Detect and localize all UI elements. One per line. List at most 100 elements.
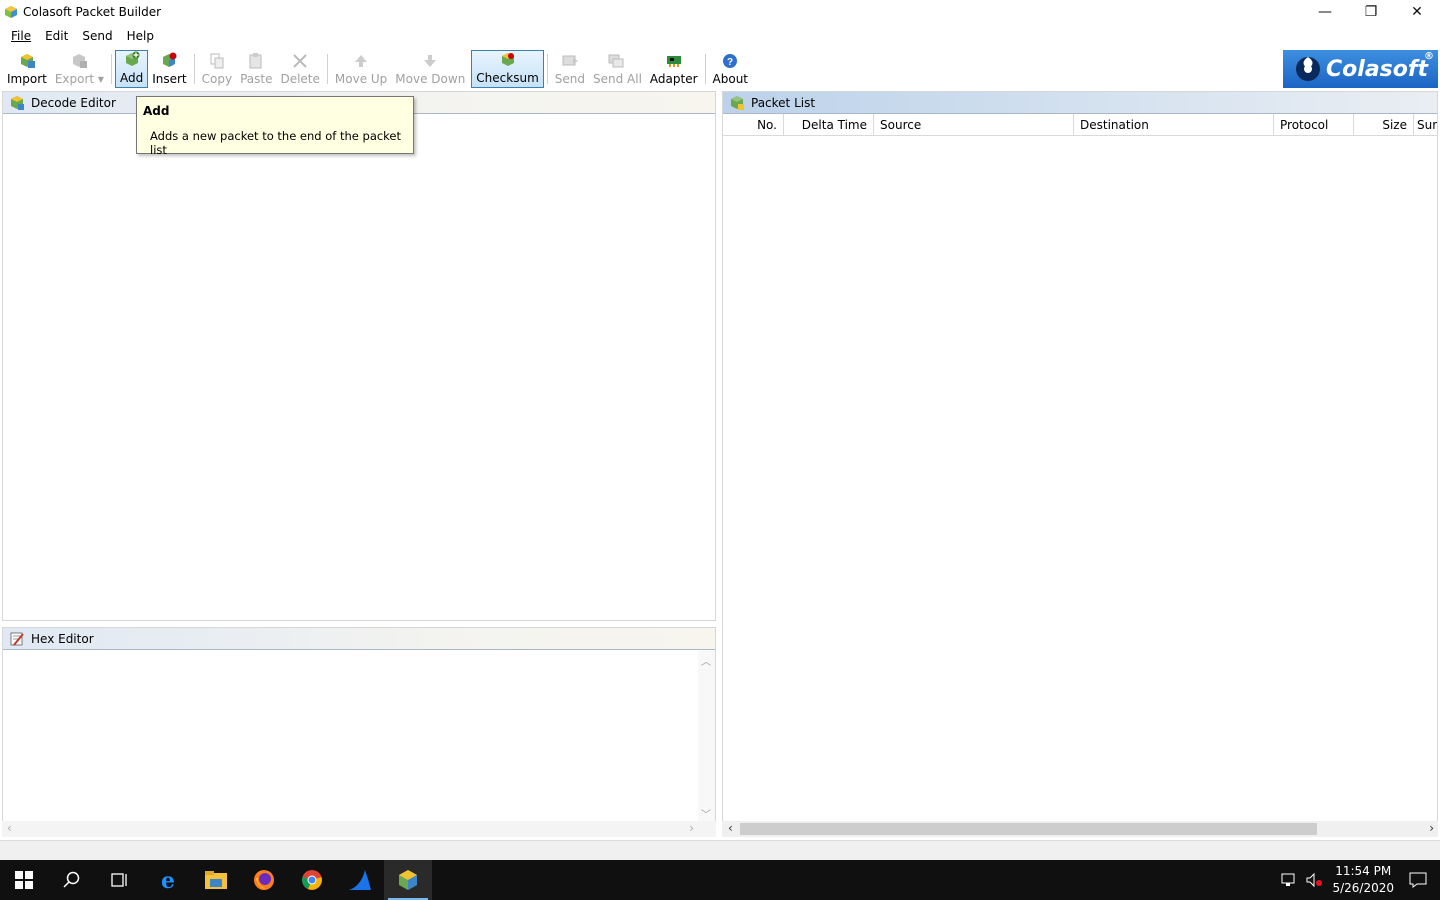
menu-send[interactable]: Send	[75, 29, 119, 43]
menu-edit[interactable]: Edit	[38, 29, 75, 43]
hex-editor-title: Hex Editor	[31, 631, 94, 646]
search-button[interactable]	[48, 860, 96, 900]
tooltip-description: Adds a new packet to the end of the pack…	[150, 129, 402, 157]
minimize-button[interactable]: —	[1302, 0, 1348, 24]
taskbar-clock[interactable]: 11:54 PM 5/26/2020	[1332, 863, 1394, 897]
task-view-button[interactable]	[96, 860, 144, 900]
delete-icon	[293, 54, 307, 68]
taskbar-colasoft-packet-builder[interactable]	[384, 860, 432, 900]
column-header-size[interactable]: Size	[1354, 114, 1414, 135]
arrow-up-icon	[355, 55, 368, 67]
restore-button[interactable]: ❐	[1348, 0, 1394, 24]
notifications-icon[interactable]	[1406, 872, 1430, 888]
checksum-button[interactable]: Checksum	[471, 50, 544, 88]
scrollbar-thumb[interactable]	[740, 823, 1317, 835]
send-all-button[interactable]: Send All	[589, 50, 646, 88]
scroll-left-icon[interactable]: ‹	[7, 821, 12, 835]
move-up-button[interactable]: Move Up	[331, 50, 391, 88]
title-bar: Colasoft Packet Builder — ❐ ✕	[0, 0, 1440, 24]
column-header-summary[interactable]: Sur	[1414, 114, 1437, 135]
taskbar-file-explorer[interactable]	[192, 860, 240, 900]
copy-icon	[210, 53, 224, 69]
decode-horizontal-scrollbar[interactable]: ‹ ›	[2, 821, 716, 837]
packet-list-icon	[731, 95, 744, 110]
export-icon	[73, 54, 88, 68]
add-button[interactable]: Add	[114, 50, 149, 88]
app-cube-icon	[5, 6, 17, 18]
move-up-label: Move Up	[334, 72, 388, 86]
close-button[interactable]: ✕	[1394, 0, 1440, 24]
about-button[interactable]: ? About	[709, 50, 752, 88]
insert-label: Insert	[152, 72, 187, 86]
hex-editor-panel: Hex Editor ︿ ﹀	[2, 627, 716, 823]
clock-time: 11:54 PM	[1335, 864, 1392, 878]
tooltip-title: Add	[143, 104, 170, 118]
toolbar-separator	[546, 54, 548, 84]
taskbar-wireshark[interactable]	[336, 860, 384, 900]
column-header-source[interactable]: Source	[874, 114, 1074, 135]
taskbar: e 11:54 PM 5/26/2020	[0, 860, 1440, 900]
toolbar-separator	[110, 54, 112, 84]
hex-editor-icon	[10, 632, 24, 646]
menu-file[interactable]: File	[4, 29, 38, 43]
add-packet-icon	[125, 51, 140, 66]
add-tooltip: Add Adds a new packet to the end of the …	[136, 96, 414, 157]
checksum-icon	[501, 53, 514, 66]
insert-button[interactable]: Insert	[148, 50, 190, 88]
firefox-icon	[254, 870, 274, 890]
send-all-icon	[608, 54, 624, 68]
column-header-no[interactable]: No.	[723, 114, 784, 135]
taskbar-internet-explorer[interactable]: e	[144, 860, 192, 900]
colasoft-logo-text: Colasoft	[1326, 56, 1428, 82]
volume-muted-icon[interactable]	[1302, 872, 1326, 888]
scroll-up-icon[interactable]: ︿	[701, 653, 711, 668]
internet-explorer-icon: e	[161, 868, 175, 892]
column-header-protocol[interactable]: Protocol	[1274, 114, 1354, 135]
task-view-icon	[111, 873, 127, 887]
toolbar-separator	[326, 54, 328, 84]
send-button[interactable]: Send	[551, 50, 589, 88]
delete-button[interactable]: Delete	[276, 50, 323, 88]
about-label: About	[712, 72, 749, 86]
paste-button[interactable]: Paste	[236, 50, 276, 88]
scroll-down-icon[interactable]: ﹀	[701, 806, 711, 821]
close-icon: ✕	[1411, 4, 1423, 20]
copy-button[interactable]: Copy	[198, 50, 236, 88]
minimize-icon: —	[1318, 4, 1332, 20]
decode-editor-panel: Decode Editor	[2, 91, 716, 621]
hex-vertical-scrollbar[interactable]: ︿ ﹀	[698, 651, 715, 823]
scroll-right-icon[interactable]: ›	[689, 821, 694, 835]
arrow-down-icon	[424, 55, 437, 67]
search-icon	[63, 871, 80, 888]
hex-editor-header: Hex Editor	[3, 628, 715, 650]
start-button[interactable]	[0, 860, 48, 900]
move-down-button[interactable]: Move Down	[391, 50, 469, 88]
send-all-label: Send All	[593, 72, 642, 86]
column-header-delta-time[interactable]: Delta Time	[784, 114, 874, 135]
scroll-left-icon[interactable]: ‹	[728, 821, 733, 835]
taskbar-chrome[interactable]	[288, 860, 336, 900]
import-icon	[20, 54, 35, 68]
network-icon[interactable]	[1278, 872, 1302, 888]
decode-editor-title: Decode Editor	[31, 95, 116, 110]
scroll-right-icon[interactable]: ›	[1429, 821, 1434, 835]
help-icon: ?	[723, 54, 738, 68]
status-bar	[0, 840, 1440, 860]
toolbar: Import Export ▾ Add Insert Copy Paste De…	[0, 48, 1440, 88]
colasoft-logo: Colasoft ®	[1283, 50, 1438, 88]
menu-help[interactable]: Help	[120, 29, 161, 43]
import-button[interactable]: Import	[3, 50, 51, 88]
delete-label: Delete	[280, 72, 320, 86]
packet-list-header: Packet List	[723, 92, 1437, 114]
export-button[interactable]: Export ▾	[51, 50, 108, 88]
export-label: Export ▾	[54, 72, 104, 86]
toolbar-separator	[193, 54, 195, 84]
wireshark-fin-icon	[349, 870, 371, 890]
adapter-button[interactable]: Adapter	[646, 50, 702, 88]
send-label: Send	[554, 72, 585, 86]
windows-logo-icon	[15, 871, 33, 889]
column-header-destination[interactable]: Destination	[1074, 114, 1274, 135]
packet-list-horizontal-scrollbar[interactable]: ‹ ›	[722, 821, 1438, 837]
taskbar-firefox[interactable]	[240, 860, 288, 900]
adapter-label: Adapter	[649, 72, 698, 86]
